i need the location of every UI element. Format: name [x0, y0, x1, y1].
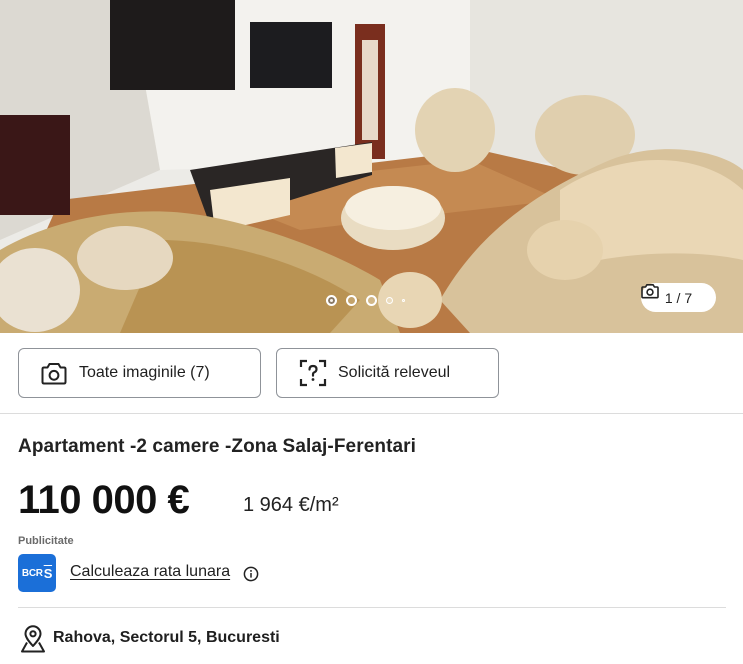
price-per-sqm: 1 964 €/m²	[243, 494, 339, 516]
all-images-label: Toate imaginile (7)	[79, 364, 210, 381]
gallery-pagination	[326, 294, 405, 306]
calculate-monthly-rate-link[interactable]: Calculeaza rata lunara	[70, 563, 230, 581]
map-pin-icon	[21, 625, 45, 653]
camera-icon	[41, 362, 67, 384]
camera-icon	[641, 283, 659, 299]
listing-location: Rahova, Sectorul 5, Bucuresti	[53, 629, 280, 646]
listing-photo[interactable]: 1 / 7	[0, 0, 743, 333]
floorplan-scan-icon	[299, 359, 327, 387]
request-survey-label: Solicită releveul	[338, 364, 451, 381]
pagination-dot[interactable]	[366, 294, 377, 306]
listing-title: Apartament -2 camere -Zona Salaj-Ferenta…	[18, 436, 417, 457]
living-room-photo	[0, 0, 743, 333]
divider	[18, 607, 726, 608]
info-icon[interactable]	[243, 566, 259, 582]
pagination-dot-active[interactable]	[326, 294, 337, 306]
bank-logo-text: BCR	[21, 567, 43, 579]
bcr-bank-logo[interactable]: BCR S	[18, 554, 56, 592]
image-counter-badge: 1 / 7	[641, 283, 716, 312]
image-counter-text: 1 / 7	[664, 289, 693, 306]
listing-price: 110 000 €	[18, 478, 190, 522]
all-images-button[interactable]: Toate imaginile (7)	[18, 348, 261, 398]
request-survey-button[interactable]: Solicită releveul	[276, 348, 499, 398]
pagination-dot[interactable]	[402, 298, 405, 302]
divider	[0, 413, 743, 414]
advertisement-label: Publicitate	[18, 535, 74, 547]
pagination-dot[interactable]	[386, 296, 393, 304]
pagination-dot[interactable]	[346, 294, 357, 306]
bank-logo-symbol: S	[43, 565, 53, 581]
